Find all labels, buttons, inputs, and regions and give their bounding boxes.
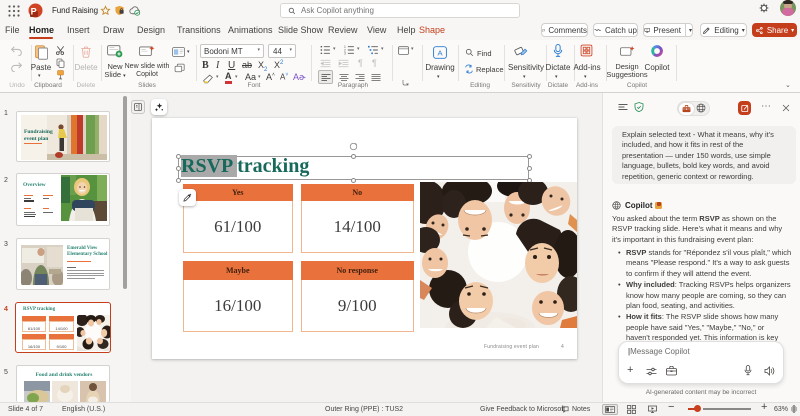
svg-text:3: 3 — [344, 52, 346, 55]
svg-text:P: P — [31, 6, 37, 16]
svg-text:A: A — [437, 48, 443, 57]
